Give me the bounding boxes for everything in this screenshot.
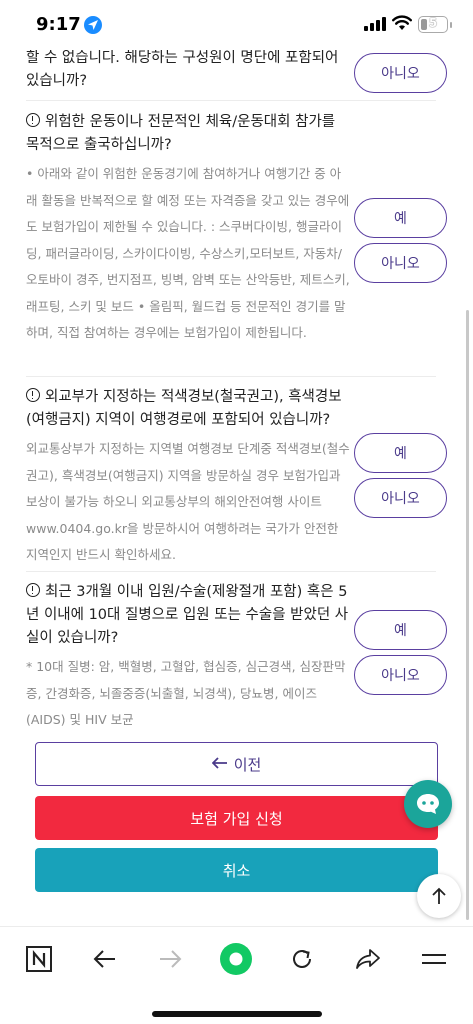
prev-button-label: 이전 — [233, 755, 262, 774]
scrollbar[interactable] — [466, 310, 469, 920]
question-3-description: 외교통상부가 지정하는 지역별 여행경보 단계중 적색경보(철수권고), 흑색경… — [26, 441, 350, 562]
status-time: 9:17 — [36, 14, 81, 35]
reload-button[interactable] — [284, 941, 320, 977]
info-icon — [26, 388, 40, 402]
divider — [26, 376, 436, 377]
back-button[interactable] — [87, 941, 123, 977]
question-2-no-button[interactable]: 아니오 — [354, 243, 447, 283]
naver-n-icon — [26, 946, 52, 972]
question-3-title: 외교부가 지정하는 적색경보(철국권고), 흑색경보(여행금지) 지역이 여행경… — [26, 386, 351, 432]
question-1-title: 할 수 없습니다. 해당하는 구성원이 명단에 포함되어 있습니까? — [26, 50, 339, 89]
question-2: 위험한 운동이나 전문적인 체육/운동대회 참가를 목적으로 출국하십니까? •… — [26, 111, 351, 347]
question-2-yes-button[interactable]: 예 — [354, 198, 447, 238]
signal-icon — [364, 17, 386, 31]
question-3-title-text: 외교부가 지정하는 적색경보(철국권고), 흑색경보(여행금지) 지역이 여행경… — [26, 389, 342, 428]
info-icon — [26, 583, 40, 597]
back-arrow-icon — [93, 950, 115, 968]
reload-icon — [293, 950, 311, 968]
green-home-icon — [220, 943, 252, 975]
home-indicator[interactable] — [152, 1011, 322, 1017]
cancel-button[interactable]: 취소 — [35, 848, 438, 892]
question-2-description: • 아래와 같이 위험한 운동경기에 참여하거나 여행기간 중 아래 활동을 반… — [26, 166, 350, 340]
left-arrow-icon — [211, 755, 228, 773]
question-4-description: * 10대 질병: 암, 백혈병, 고혈압, 협심증, 심근경색, 심장판막증,… — [26, 659, 346, 727]
question-4-title: 최근 3개월 이내 입원/수술(제왕절개 포함) 혹은 5년 이내에 10대 질… — [26, 581, 351, 650]
questionnaire-content: 할 수 없습니다. 해당하는 구성원이 명단에 포함되어 있습니까? 아니오 위… — [0, 50, 473, 926]
status-bar: 9:17 5 — [0, 0, 473, 50]
divider — [26, 100, 436, 101]
apply-insurance-button[interactable]: 보험 가입 신청 — [35, 796, 438, 840]
location-arrow-icon — [84, 16, 102, 34]
battery-level: 5 — [428, 16, 438, 30]
question-1-no-button[interactable]: 아니오 — [354, 53, 447, 93]
battery-icon: 5 — [418, 16, 448, 33]
forward-button[interactable] — [152, 941, 188, 977]
arrow-up-icon — [432, 887, 446, 904]
naver-home-button[interactable] — [21, 941, 57, 977]
question-4: 최근 3개월 이내 입원/수술(제왕절개 포함) 혹은 5년 이내에 10대 질… — [26, 581, 351, 734]
wifi-icon — [392, 15, 412, 30]
info-icon — [26, 113, 40, 127]
chat-bubble-icon — [417, 794, 439, 814]
question-2-title: 위험한 운동이나 전문적인 체육/운동대회 참가를 목적으로 출국하십니까? — [26, 111, 351, 157]
share-icon — [356, 949, 380, 969]
share-button[interactable] — [350, 941, 386, 977]
question-3-no-button[interactable]: 아니오 — [354, 478, 447, 518]
menu-button[interactable] — [416, 941, 452, 977]
forward-arrow-icon — [160, 950, 182, 968]
scroll-top-button[interactable] — [417, 874, 461, 918]
chat-button[interactable] — [404, 780, 452, 828]
menu-icon — [422, 954, 446, 964]
question-3: 외교부가 지정하는 적색경보(철국권고), 흑색경보(여행금지) 지역이 여행경… — [26, 386, 351, 569]
divider — [26, 571, 436, 572]
prev-button[interactable]: 이전 — [35, 742, 438, 786]
question-3-yes-button[interactable]: 예 — [354, 433, 447, 473]
question-4-title-text: 최근 3개월 이내 입원/수술(제왕절개 포함) 혹은 5년 이내에 10대 질… — [26, 584, 349, 646]
browser-bottom-bar — [0, 926, 473, 1024]
question-4-yes-button[interactable]: 예 — [354, 610, 447, 650]
question-1: 할 수 없습니다. 해당하는 구성원이 명단에 포함되어 있습니까? — [26, 50, 351, 93]
question-4-no-button[interactable]: 아니오 — [354, 655, 447, 695]
green-home-button[interactable] — [218, 941, 254, 977]
question-2-title-text: 위험한 운동이나 전문적인 체육/운동대회 참가를 목적으로 출국하십니까? — [26, 114, 336, 153]
